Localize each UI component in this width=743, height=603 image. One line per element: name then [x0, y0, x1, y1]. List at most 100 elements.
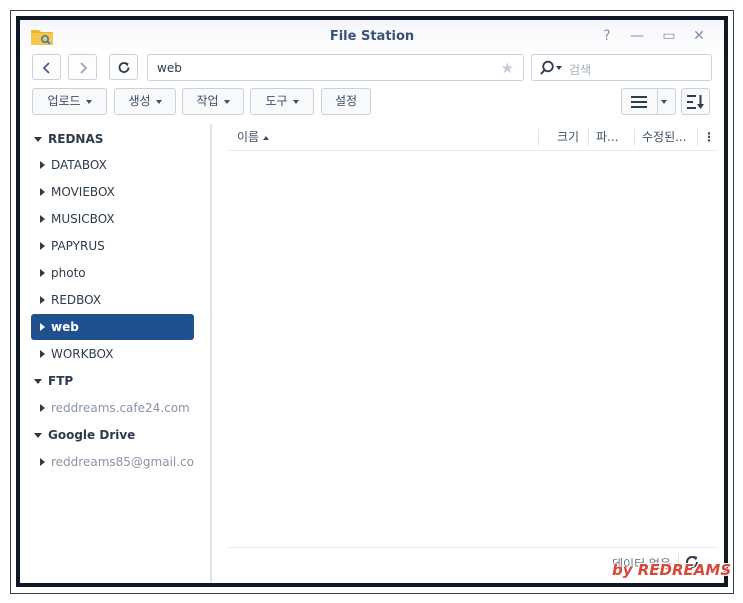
caret-right-icon	[40, 323, 45, 331]
column-divider[interactable]	[697, 129, 698, 146]
tree-group-ftp[interactable]: FTP	[34, 374, 73, 388]
tree-item-label: REDBOX	[51, 293, 102, 307]
tree-item-workbox[interactable]: WORKBOX	[31, 341, 194, 367]
column-modified[interactable]: 수정된...	[642, 124, 702, 151]
tree-item-musicbox[interactable]: MUSICBOX	[31, 206, 194, 232]
chevron-down-icon	[223, 99, 230, 104]
tools-button[interactable]: 도구	[250, 88, 314, 115]
minimize-icon: —	[630, 28, 644, 44]
refresh-icon	[118, 61, 129, 73]
tree-item-redbox[interactable]: REDBOX	[31, 287, 194, 313]
maximize-button[interactable]: ▭	[659, 26, 679, 46]
chevron-down-icon	[292, 99, 299, 104]
sort-ascending-icon	[263, 135, 270, 140]
settings-label: 설정	[334, 94, 358, 108]
column-options-icon[interactable]: ⋮	[703, 124, 715, 151]
tree-item-label: DATABOX	[51, 158, 107, 172]
close-icon: ✕	[693, 28, 705, 44]
star-icon[interactable]: ★	[501, 59, 514, 77]
column-divider[interactable]	[538, 129, 539, 146]
tree-item-label: WORKBOX	[51, 347, 114, 361]
column-label: 파...	[596, 130, 619, 144]
caret-right-icon	[40, 269, 45, 277]
tree-item-databox[interactable]: DATABOX	[31, 152, 194, 178]
tree-item-label: photo	[51, 266, 86, 280]
chevron-down-icon	[34, 379, 42, 384]
chevron-down-icon	[85, 99, 92, 104]
title-bar[interactable]: File Station ? — ▭ ✕	[20, 20, 724, 52]
chevron-down-icon	[34, 433, 42, 438]
tree-group-label: FTP	[48, 374, 74, 388]
tree-item-label: web	[51, 320, 79, 334]
view-mode-button[interactable]	[621, 88, 676, 115]
search-field[interactable]: 검색	[531, 54, 712, 81]
caret-right-icon	[40, 188, 45, 196]
help-icon: ?	[603, 28, 611, 44]
column-size[interactable]: 크기	[557, 124, 587, 151]
search-placeholder: 검색	[569, 63, 592, 77]
tree-group-label: REDNAS	[48, 132, 104, 146]
file-station-window: File Station ? — ▭ ✕ web ★ 검색 업로드 생성 작업 …	[16, 16, 728, 587]
chevron-down-icon	[155, 99, 162, 104]
sidebar: REDNAS DATABOX MOVIEBOX MUSICBOX PAPYRUS…	[20, 124, 212, 583]
tree-item-label: reddreams85@gmail.com	[51, 455, 194, 469]
file-list-panel: 이름 크기 파... 수정된... ⋮ 데이터 없음	[229, 124, 719, 583]
action-button[interactable]: 작업	[182, 88, 244, 115]
path-value: web	[157, 61, 182, 75]
column-label: 크기	[557, 130, 580, 144]
column-type[interactable]: 파...	[596, 124, 632, 151]
split-divider	[657, 89, 658, 114]
create-button[interactable]: 생성	[114, 88, 176, 115]
upload-button[interactable]: 업로드	[32, 88, 107, 115]
help-button[interactable]: ?	[597, 26, 617, 46]
caret-right-icon	[40, 242, 45, 250]
caret-right-icon	[40, 458, 45, 466]
tools-label: 도구	[265, 94, 288, 108]
forward-button[interactable]	[68, 54, 97, 80]
tree-group-rednas[interactable]: REDNAS	[34, 132, 103, 146]
search-icon[interactable]	[539, 60, 565, 76]
tree-item-web[interactable]: web	[31, 314, 194, 340]
tree-item-papyrus[interactable]: PAPYRUS	[31, 233, 194, 259]
tree-item-moviebox[interactable]: MOVIEBOX	[31, 179, 194, 205]
action-label: 작업	[196, 94, 219, 108]
tree-item-label: MUSICBOX	[51, 212, 115, 226]
tree-item-photo[interactable]: photo	[31, 260, 194, 286]
tree-group-google-drive[interactable]: Google Drive	[34, 428, 135, 442]
create-label: 생성	[128, 94, 151, 108]
sort-icon	[687, 95, 704, 109]
caret-right-icon	[40, 215, 45, 223]
close-button[interactable]: ✕	[689, 26, 709, 46]
sort-button[interactable]	[681, 88, 710, 115]
refresh-button[interactable]	[109, 54, 138, 80]
minimize-button[interactable]: —	[627, 26, 647, 46]
caret-right-icon	[40, 296, 45, 304]
settings-button[interactable]: 설정	[321, 88, 371, 115]
path-field[interactable]: web ★	[147, 54, 524, 81]
column-label: 수정된...	[642, 130, 687, 144]
tree-item-label: MOVIEBOX	[51, 185, 115, 199]
column-label: 이름	[237, 130, 260, 144]
chevron-down-icon	[661, 100, 667, 104]
caret-right-icon	[40, 161, 45, 169]
chevron-down-icon	[34, 137, 42, 142]
tree-group-label: Google Drive	[48, 428, 136, 442]
tree-item-label: PAPYRUS	[51, 239, 105, 253]
list-view-icon	[631, 96, 647, 108]
upload-label: 업로드	[47, 94, 81, 108]
caret-right-icon	[40, 350, 45, 358]
chevron-left-icon	[42, 61, 50, 74]
column-name[interactable]: 이름	[237, 124, 537, 151]
back-button[interactable]	[32, 54, 61, 80]
maximize-icon: ▭	[662, 28, 676, 44]
file-list-header: 이름 크기 파... 수정된... ⋮	[229, 124, 717, 151]
chevron-right-icon	[79, 61, 87, 74]
watermark-text: by REDREAMS	[612, 561, 732, 579]
tree-item-ftp-host[interactable]: reddreams.cafe24.com	[31, 395, 194, 421]
window-title: File Station	[329, 29, 415, 44]
tree-item-google-account[interactable]: reddreams85@gmail.com	[31, 449, 194, 475]
column-divider[interactable]	[588, 129, 589, 146]
column-divider[interactable]	[634, 129, 635, 146]
tree-item-label: reddreams.cafe24.com	[51, 401, 190, 415]
caret-right-icon	[40, 404, 45, 412]
